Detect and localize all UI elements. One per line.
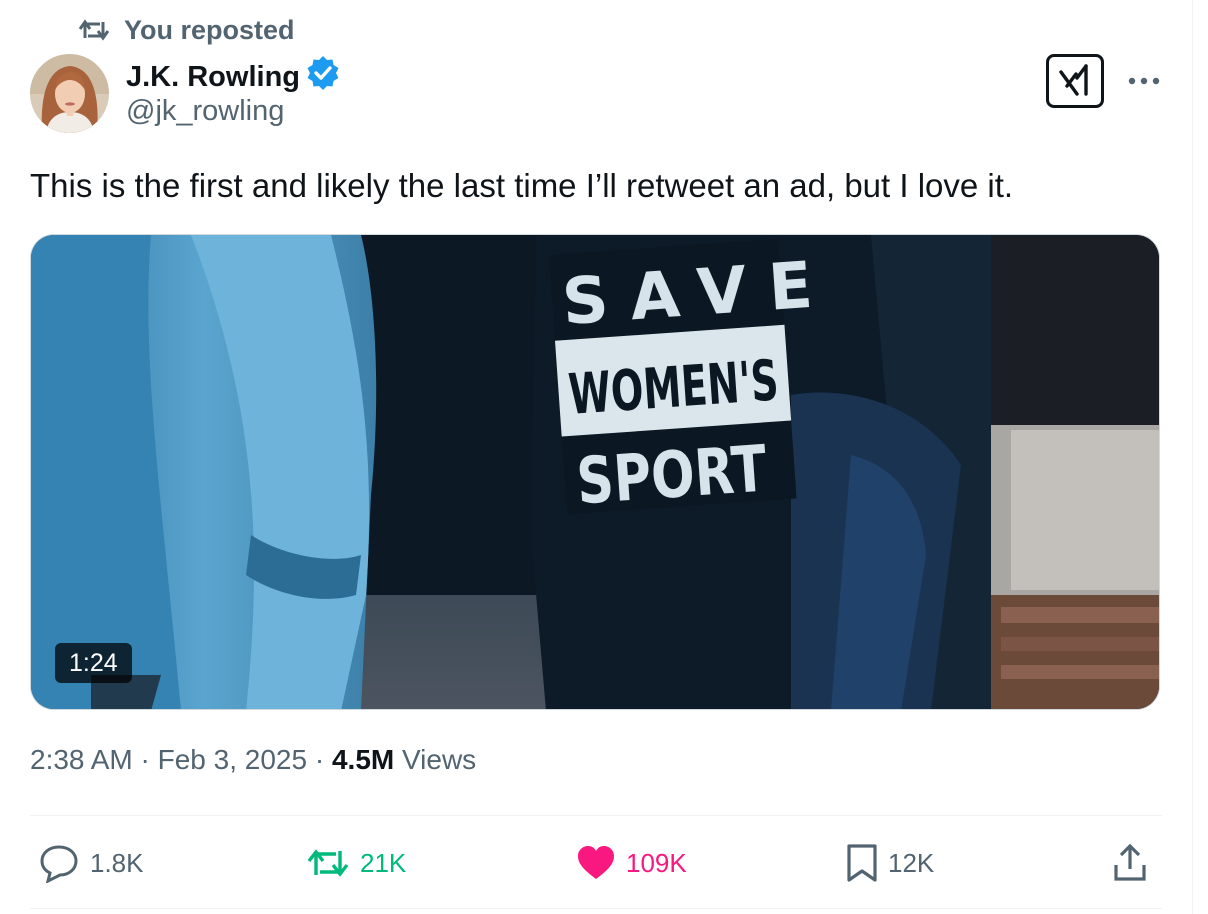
views-count[interactable]: 4.5M <box>332 744 394 775</box>
like-count: 109K <box>626 847 687 878</box>
repost-label: You reposted <box>124 14 295 45</box>
repost-button[interactable]: 21K <box>306 840 406 886</box>
tweet-time[interactable]: 2:38 AM <box>30 744 133 775</box>
video-thumbnail: SAVE WOMEN'S SPORT <box>31 235 1159 709</box>
tweet-text: This is the first and likely the last ti… <box>30 167 1014 204</box>
grok-button[interactable] <box>1046 54 1104 108</box>
avatar[interactable] <box>30 54 109 133</box>
repost-icon <box>306 845 350 881</box>
author-name-row[interactable]: J.K. Rowling <box>126 56 340 98</box>
views-label[interactable]: Views <box>394 744 476 775</box>
more-button[interactable] <box>1124 64 1164 100</box>
bookmark-count: 12K <box>888 847 935 878</box>
bookmark-icon <box>846 843 878 883</box>
author-name[interactable]: J.K. Rowling <box>126 61 300 94</box>
meta-separator: · <box>307 744 332 775</box>
reply-icon <box>38 843 80 883</box>
grok-icon <box>1057 62 1093 101</box>
tweet-meta: 2:38 AM · Feb 3, 2025 · 4.5M Views <box>30 744 476 776</box>
video-duration: 1:24 <box>55 643 132 683</box>
heart-icon <box>576 845 616 881</box>
tweet-date[interactable]: Feb 3, 2025 <box>158 744 307 775</box>
repost-icon <box>78 16 110 44</box>
verified-badge-icon[interactable] <box>306 56 340 98</box>
video-player[interactable]: SAVE WOMEN'S SPORT 1:24 <box>30 234 1160 710</box>
share-icon <box>1112 843 1148 883</box>
repost-context[interactable]: You reposted <box>78 12 295 48</box>
column-border <box>1192 0 1193 914</box>
more-icon <box>1127 73 1161 91</box>
divider <box>30 815 1162 816</box>
author-handle[interactable]: @jk_rowling <box>126 95 284 128</box>
like-button[interactable]: 109K <box>576 840 687 886</box>
meta-separator: · <box>132 744 158 775</box>
repost-count: 21K <box>360 847 407 878</box>
divider <box>30 908 1162 909</box>
share-button[interactable] <box>1112 840 1148 886</box>
svg-text:SPORT: SPORT <box>574 432 769 519</box>
reply-button[interactable]: 1.8K <box>38 840 144 886</box>
bookmark-button[interactable]: 12K <box>846 840 934 886</box>
reply-count: 1.8K <box>90 847 144 878</box>
